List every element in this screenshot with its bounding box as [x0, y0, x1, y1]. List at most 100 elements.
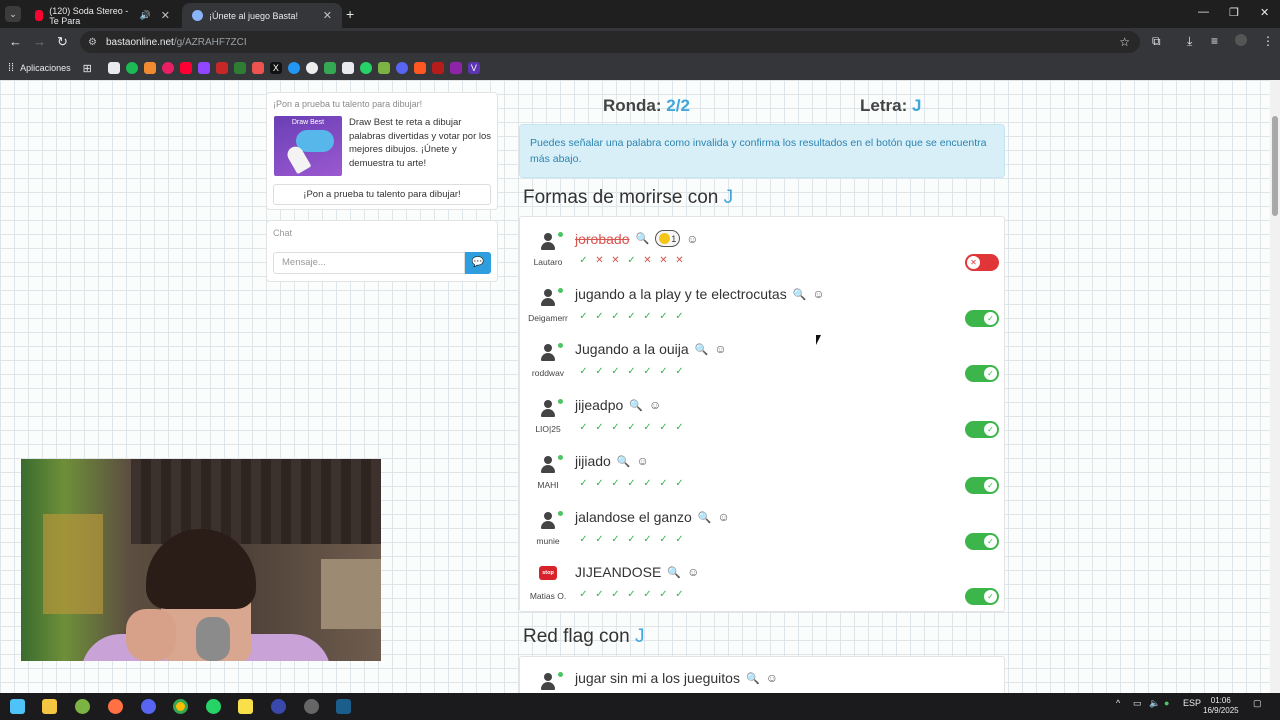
add-reaction-icon[interactable]: ☺ [649, 398, 661, 412]
notes-icon[interactable] [238, 699, 253, 714]
search-icon[interactable]: 🔍 [695, 343, 709, 356]
close-icon[interactable]: ✕ [161, 9, 170, 22]
user-avatar-icon [539, 672, 557, 690]
download-icon[interactable]: ⤓ [1187, 34, 1192, 49]
notifications-icon[interactable]: ▢ [1253, 698, 1262, 709]
site-info-icon[interactable]: ⚙ [88, 37, 97, 48]
bookmark-icon[interactable] [305, 62, 318, 74]
volume-icon[interactable]: 🔈 [1149, 698, 1160, 709]
media-icon[interactable]: ≡ [1211, 34, 1218, 48]
check-icon: ✓ [984, 423, 997, 436]
check-icon: ✓ [595, 534, 604, 545]
search-icon[interactable]: 🔍 [636, 232, 650, 245]
add-reaction-icon[interactable]: ☺ [717, 510, 729, 524]
add-reaction-icon[interactable]: ☺ [686, 232, 698, 246]
app-icon[interactable] [271, 699, 286, 714]
minimize-icon[interactable]: — [1198, 6, 1209, 18]
search-icon[interactable]: 🔍 [667, 566, 681, 579]
forward-icon[interactable]: → [33, 34, 46, 49]
audio-icon[interactable]: 🔊 [140, 10, 151, 21]
bookmark-icon[interactable] [287, 62, 300, 74]
search-icon[interactable]: 🔍 [746, 672, 760, 685]
menu-icon[interactable]: ⋮ [1262, 34, 1274, 48]
bookmark-icon[interactable] [251, 62, 264, 74]
page-scrollbar[interactable] [1270, 80, 1280, 693]
spotify-icon[interactable] [125, 62, 138, 74]
search-icon[interactable]: 🔍 [793, 288, 807, 301]
profile-avatar[interactable] [1235, 34, 1247, 46]
chrome-icon[interactable] [173, 699, 188, 714]
bookmark-icon[interactable] [233, 62, 246, 74]
back-icon[interactable]: ← [9, 34, 22, 49]
search-icon[interactable]: 🔍 [698, 511, 712, 524]
reaction-badge[interactable]: 1 [655, 230, 681, 247]
x-icon[interactable]: X [269, 62, 282, 74]
file-explorer-icon[interactable] [42, 699, 57, 714]
add-reaction-icon[interactable]: ☺ [637, 454, 649, 468]
bookmark-icon[interactable] [161, 62, 174, 74]
discord-icon[interactable] [395, 62, 408, 74]
whatsapp-icon[interactable] [206, 699, 221, 714]
tab-basta[interactable]: ¡Únete al juego Basta! ✕ [182, 3, 342, 28]
online-status-dot [558, 672, 563, 677]
network-icon[interactable]: ▭ [1133, 698, 1142, 709]
bookmark-icon[interactable] [449, 62, 462, 74]
extensions-icon[interactable]: ⧉ [1152, 34, 1161, 49]
validity-toggle[interactable]: ✓ [965, 477, 999, 494]
tab-youtube[interactable]: (120) Soda Stereo - Te Para 🔊 ✕ [25, 3, 180, 28]
battery-icon[interactable]: ● [1164, 698, 1169, 708]
close-window-icon[interactable]: ✕ [1260, 6, 1269, 19]
check-icon: ✓ [643, 589, 652, 600]
windows-start-icon[interactable] [10, 699, 25, 714]
promo-button[interactable]: ¡Pon a prueba tu talento para dibujar! [273, 184, 491, 205]
grid-icon[interactable]: ⊞ [83, 62, 92, 75]
app-icon[interactable] [304, 699, 319, 714]
check-icon: ✓ [675, 311, 684, 322]
app-icon[interactable] [75, 699, 90, 714]
address-bar[interactable]: ⚙ bastaonline.net/g/AZRAHF7ZCI ☆ [80, 31, 1140, 53]
new-tab-button[interactable]: + [346, 6, 354, 22]
star-icon[interactable]: ☆ [1119, 35, 1130, 49]
validity-toggle[interactable]: ✓ [965, 421, 999, 438]
tab-search-button[interactable]: ⌄ [5, 6, 21, 22]
bookmark-icon[interactable] [107, 62, 120, 74]
close-icon[interactable]: ✕ [323, 9, 332, 22]
validity-toggle[interactable]: ✓ [965, 588, 999, 605]
steam-icon[interactable] [336, 699, 351, 714]
bookmark-icon[interactable] [143, 62, 156, 74]
app-icon[interactable] [108, 699, 123, 714]
promo-image[interactable]: Draw Best [274, 116, 342, 176]
restore-icon[interactable]: ❐ [1229, 6, 1239, 19]
maps-icon[interactable] [323, 62, 336, 74]
bookmark-icon[interactable] [215, 62, 228, 74]
bookmark-icon[interactable]: V [467, 62, 480, 74]
validity-toggle[interactable]: ✓ [965, 365, 999, 382]
bookmark-icon[interactable] [377, 62, 390, 74]
scrollbar-thumb[interactable] [1272, 116, 1278, 216]
search-icon[interactable]: 🔍 [629, 399, 643, 412]
bookmark-icon[interactable] [413, 62, 426, 74]
add-reaction-icon[interactable]: ☺ [714, 342, 726, 356]
bookmark-icon[interactable] [431, 62, 444, 74]
tab-label: (120) Soda Stereo - Te Para [49, 5, 129, 26]
send-message-button[interactable]: 💬 [465, 252, 491, 274]
add-reaction-icon[interactable]: ☺ [766, 671, 778, 685]
clock[interactable]: 01:06 16/9/2025 [1203, 696, 1239, 716]
add-reaction-icon[interactable]: ☺ [687, 565, 699, 579]
bookmark-icon[interactable] [341, 62, 354, 74]
search-icon[interactable]: 🔍 [617, 455, 631, 468]
add-reaction-icon[interactable]: ☺ [812, 287, 824, 301]
validity-toggle[interactable]: ✕ [965, 254, 999, 271]
validity-toggle[interactable]: ✓ [965, 533, 999, 550]
youtube-icon[interactable] [179, 62, 192, 74]
chat-input[interactable]: Mensaje... [273, 252, 465, 274]
language-indicator[interactable]: ESP [1183, 698, 1201, 708]
whatsapp-icon[interactable] [359, 62, 372, 74]
validity-toggle[interactable]: ✓ [965, 310, 999, 327]
reload-icon[interactable]: ↻ [57, 34, 68, 50]
apps-icon[interactable]: ⁞⁞ [8, 62, 14, 74]
bookmarks-apps-label[interactable]: Aplicaciones [20, 63, 71, 73]
tray-chevron-icon[interactable]: ^ [1116, 698, 1120, 708]
discord-icon[interactable] [141, 699, 156, 714]
twitch-icon[interactable] [197, 62, 210, 74]
